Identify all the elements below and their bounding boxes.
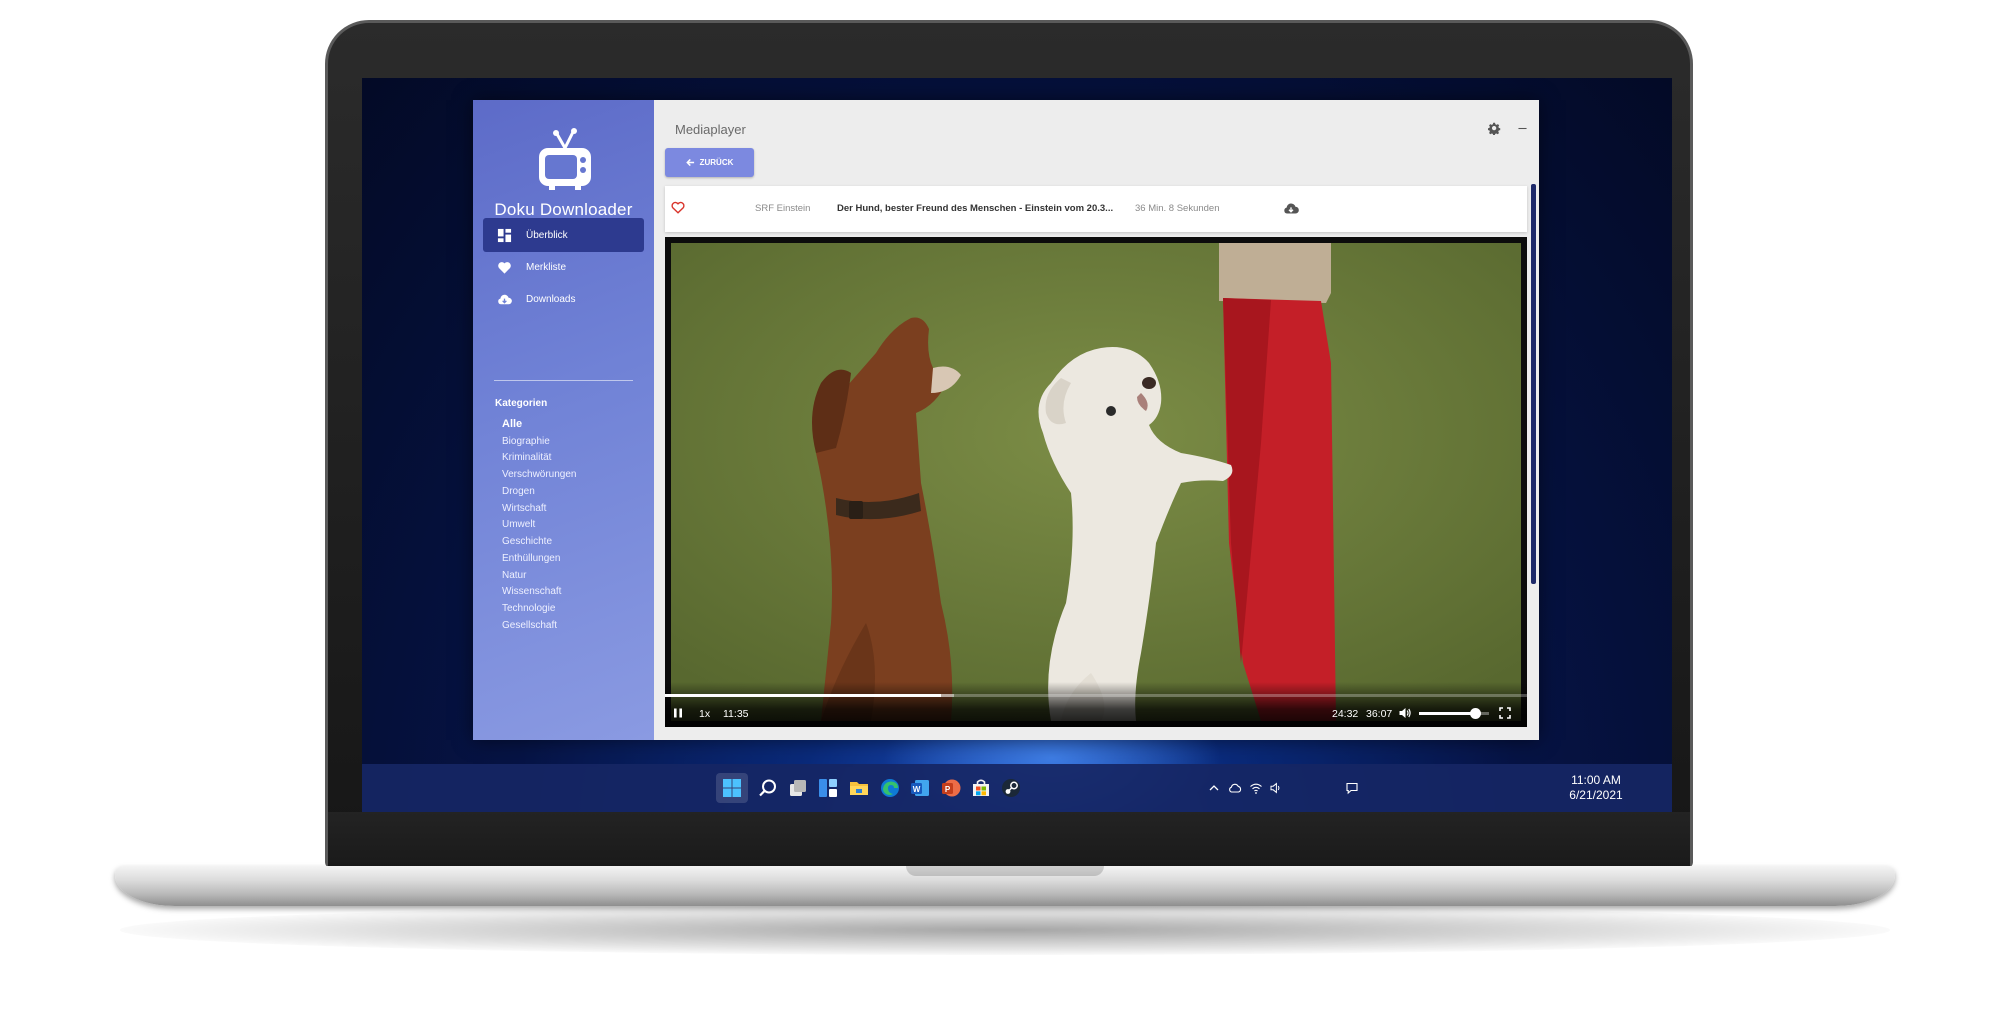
settings-icon: [1487, 122, 1500, 135]
window-title: Mediaplayer: [675, 122, 746, 137]
nav-item-ueberblick[interactable]: Überblick: [483, 218, 644, 252]
fullscreen-icon[interactable]: [1498, 706, 1512, 720]
start-icon: [723, 779, 741, 797]
tv-logo-icon: [539, 128, 591, 190]
onedrive-icon[interactable]: [1228, 781, 1242, 795]
word-button[interactable]: W: [904, 773, 936, 803]
desktop-screen: Doku Downloader Überblick Merkliste Down…: [362, 78, 1672, 812]
category-geschichte[interactable]: Geschichte: [502, 536, 552, 547]
widgets-icon: [819, 779, 837, 797]
laptop-notch: [906, 866, 1104, 876]
media-info-row: SRF Einstein Der Hund, bester Freund des…: [665, 186, 1527, 232]
nav-label: Überblick: [526, 229, 568, 241]
category-gesellschaft[interactable]: Gesellschaft: [502, 620, 557, 631]
store-icon: [973, 779, 989, 796]
playback-rate[interactable]: 1x: [699, 708, 710, 720]
category-wissenschaft[interactable]: Wissenschaft: [502, 586, 561, 597]
back-button[interactable]: ZURÜCK: [665, 148, 754, 177]
cloud-download-icon: [498, 294, 512, 304]
nav-label: Merkliste: [526, 261, 567, 273]
media-channel: SRF Einstein: [755, 203, 811, 214]
sidebar: Doku Downloader Überblick Merkliste Down…: [473, 100, 654, 740]
categories-heading: Kategorien: [495, 398, 548, 409]
scrollbar[interactable]: [1531, 184, 1536, 584]
category-biographie[interactable]: Biographie: [502, 436, 550, 447]
category-natur[interactable]: Natur: [502, 570, 526, 581]
total-time: 36:07: [1366, 708, 1393, 720]
volume-level: [1419, 712, 1475, 715]
dashboard-icon: [497, 228, 512, 242]
heart-icon: [498, 261, 511, 274]
video-frame: [671, 243, 1521, 721]
progress-bar[interactable]: [665, 694, 1527, 697]
video-frame-illustration: [671, 243, 1521, 721]
notification-icon[interactable]: [1345, 781, 1359, 795]
powerpoint-icon: P: [942, 779, 961, 797]
word-icon: W: [911, 780, 929, 796]
wifi-icon[interactable]: [1249, 781, 1263, 795]
volume-knob[interactable]: [1470, 708, 1481, 719]
heart-outline-icon[interactable]: [671, 201, 685, 214]
category-verschwoerungen[interactable]: Verschwörungen: [502, 469, 577, 480]
taskbar-clock[interactable]: 11:00 AM 6/21/2021: [1561, 773, 1631, 803]
elapsed-time: 11:35: [723, 708, 749, 720]
volume-slider[interactable]: [1419, 708, 1489, 719]
minimize-button[interactable]: [1507, 113, 1537, 143]
category-enthuellungen[interactable]: Enthüllungen: [502, 553, 560, 564]
app-title: Doku Downloader: [494, 200, 633, 219]
chevron-up-icon[interactable]: [1207, 781, 1221, 795]
task-view-button[interactable]: [782, 773, 814, 803]
sidebar-divider: [494, 380, 633, 381]
minimize-icon: [1517, 127, 1527, 129]
laptop-shadow: [120, 905, 1890, 955]
start-button[interactable]: [716, 773, 748, 803]
search-button[interactable]: [752, 773, 784, 803]
settings-button[interactable]: [1479, 113, 1509, 143]
widgets-button[interactable]: [812, 773, 844, 803]
laptop-bezel-chin: [328, 812, 1690, 866]
video-player[interactable]: 1x 11:35 24:32 36:07: [665, 237, 1527, 727]
svg-text:W: W: [913, 785, 921, 794]
nav-item-downloads[interactable]: Downloads: [483, 282, 644, 316]
progress-played: [665, 694, 941, 697]
file-explorer-icon: [850, 782, 868, 795]
pause-icon[interactable]: [671, 706, 685, 720]
edge-icon: [881, 779, 899, 797]
task-view-icon: [790, 780, 806, 796]
media-duration: 36 Min. 8 Sekunden: [1135, 203, 1220, 214]
taskbar: W P 11:00 AM 6/21/2021: [362, 764, 1672, 812]
steam-button[interactable]: [995, 773, 1027, 803]
search-icon: [759, 779, 776, 797]
clock-date: 6/21/2021: [1569, 788, 1623, 802]
category-kriminalitaet[interactable]: Kriminalität: [502, 452, 551, 463]
category-drogen[interactable]: Drogen: [502, 486, 535, 497]
volume-icon[interactable]: [1398, 706, 1412, 720]
file-explorer-button[interactable]: [843, 773, 875, 803]
category-umwelt[interactable]: Umwelt: [502, 519, 535, 530]
maximize-button[interactable]: [1536, 113, 1539, 143]
powerpoint-button[interactable]: P: [935, 773, 967, 803]
edge-button[interactable]: [874, 773, 906, 803]
main-panel: Mediaplayer ZURÜCK SRF Einstein Der Hund…: [654, 100, 1539, 740]
svg-text:P: P: [945, 785, 951, 794]
steam-icon: [1002, 779, 1020, 797]
app-window: Doku Downloader Überblick Merkliste Down…: [473, 100, 1539, 740]
store-button[interactable]: [965, 773, 997, 803]
category-technologie[interactable]: Technologie: [502, 603, 555, 614]
player-controls: 1x 11:35 24:32 36:07: [665, 682, 1527, 727]
clock-time: 11:00 AM: [1571, 773, 1621, 787]
media-title: Der Hund, bester Freund des Menschen - E…: [837, 203, 1114, 214]
nav-item-merkliste[interactable]: Merkliste: [483, 250, 644, 284]
remaining-time: 24:32: [1332, 708, 1359, 720]
arrow-left-icon: [685, 158, 694, 167]
nav-label: Downloads: [526, 293, 576, 305]
back-button-label: ZURÜCK: [699, 158, 734, 167]
category-wirtschaft[interactable]: Wirtschaft: [502, 503, 546, 514]
category-alle[interactable]: Alle: [502, 418, 522, 430]
cloud-download-icon[interactable]: [1283, 201, 1299, 215]
volume-icon[interactable]: [1269, 781, 1283, 795]
